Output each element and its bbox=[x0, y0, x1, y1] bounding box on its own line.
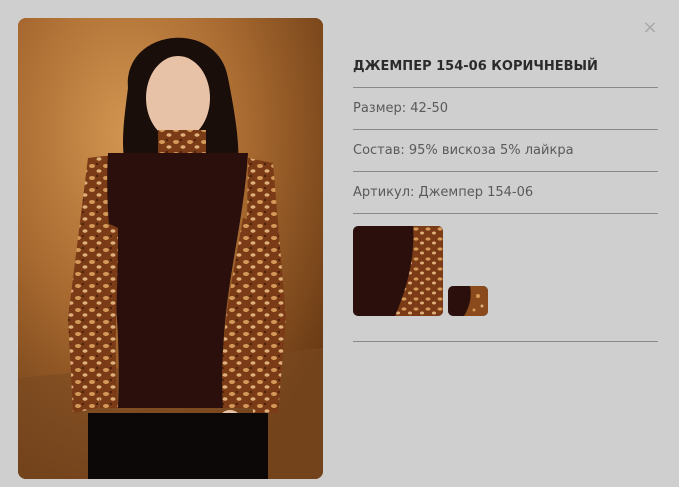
product-article: Артикул: Джемпер 154-06 bbox=[353, 172, 658, 214]
close-icon: × bbox=[642, 17, 658, 38]
product-photo bbox=[18, 18, 323, 479]
product-thumbnail[interactable] bbox=[448, 286, 488, 316]
product-thumbnail[interactable] bbox=[353, 226, 443, 316]
product-details: ДЖЕМПЕР 154-06 КОРИЧНЕВЫЙ Размер: 42-50 … bbox=[353, 46, 658, 342]
product-size: Размер: 42-50 bbox=[353, 88, 658, 130]
close-button[interactable]: × bbox=[642, 18, 658, 38]
thumbnail-image bbox=[353, 226, 443, 316]
thumbnail-gallery bbox=[353, 214, 658, 342]
product-modal: × ДЖЕМПЕР 154-06 КОРИЧНЕВЫЙ Размер: 42-5… bbox=[0, 0, 679, 487]
product-title: ДЖЕМПЕР 154-06 КОРИЧНЕВЫЙ bbox=[353, 46, 658, 88]
product-composition: Состав: 95% вискоза 5% лайкра bbox=[353, 130, 658, 172]
model-illustration bbox=[18, 18, 323, 479]
thumbnail-image bbox=[448, 286, 488, 316]
